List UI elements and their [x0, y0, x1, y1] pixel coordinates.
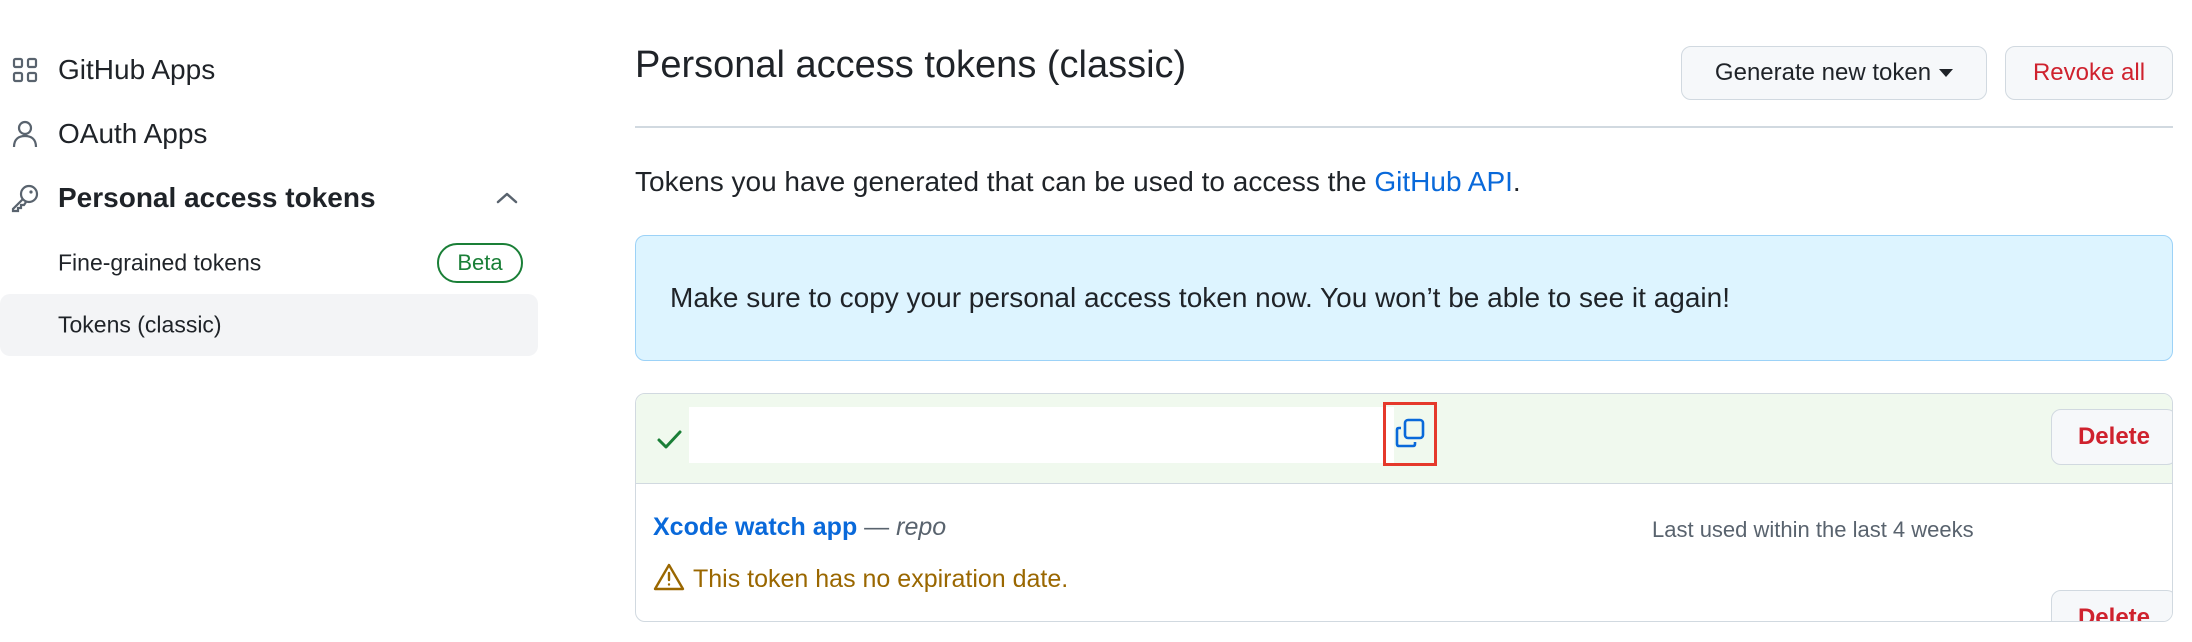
key-icon	[10, 183, 40, 213]
token-list: Delete Xcode watch app — repo Last used …	[635, 393, 2173, 622]
caret-down-icon	[1939, 69, 1954, 77]
new-token-value-field[interactable]	[689, 407, 1394, 463]
sidebar-item-oauth-apps[interactable]: OAuth Apps	[0, 116, 538, 152]
header-divider	[635, 126, 2173, 128]
revoke-all-button[interactable]: Revoke all	[2005, 46, 2173, 100]
token-expiration-warning: This token has no expiration date.	[653, 562, 1068, 597]
intro-text-after: .	[1512, 166, 1521, 197]
token-name-link[interactable]: Xcode watch app	[653, 513, 857, 541]
sidebar-item-label: OAuth Apps	[58, 118, 208, 149]
check-icon	[654, 424, 684, 454]
delete-new-token-button[interactable]: Delete	[2051, 409, 2172, 465]
sidebar-subitem-label: Fine-grained tokens	[58, 249, 262, 276]
person-icon	[10, 119, 40, 149]
generate-new-token-label: Generate new token	[1714, 59, 1932, 86]
sidebar-item-label: GitHub Apps	[58, 54, 216, 85]
settings-sidebar: GitHub Apps OAuth Apps Personal access t…	[0, 0, 540, 642]
beta-badge: Beta	[437, 243, 523, 283]
alert-triangle-icon	[653, 562, 685, 597]
flash-message: Make sure to copy your personal access t…	[670, 282, 1730, 313]
token-last-used: Last used within the last 4 weeks	[1652, 517, 1974, 542]
copy-icon	[1393, 416, 1427, 453]
flash-notice: Make sure to copy your personal access t…	[635, 235, 2173, 361]
intro-text-before: Tokens you have generated that can be us…	[635, 166, 1375, 197]
chevron-up-icon[interactable]	[493, 184, 521, 212]
page-title: Personal access tokens (classic)	[635, 44, 1187, 86]
sidebar-subitem-label: Tokens (classic)	[58, 311, 222, 338]
delete-token-button[interactable]: Delete	[2051, 590, 2172, 621]
sidebar-subitem-fine-grained-tokens[interactable]: Fine-grained tokens Beta	[0, 232, 538, 294]
intro-text: Tokens you have generated that can be us…	[635, 166, 1521, 198]
sidebar-subitem-tokens-classic[interactable]: Tokens (classic)	[0, 294, 538, 356]
token-title: Xcode watch app — repo	[653, 513, 946, 542]
sidebar-item-github-apps[interactable]: GitHub Apps	[0, 52, 538, 88]
token-separator: —	[857, 513, 897, 541]
generate-new-token-button[interactable]: Generate new token	[1681, 46, 1987, 100]
github-api-link[interactable]: GitHub API	[1374, 166, 1513, 197]
new-token-row: Delete	[636, 394, 2172, 484]
sidebar-item-personal-access-tokens[interactable]: Personal access tokens	[0, 180, 538, 216]
copy-token-button[interactable]	[1383, 402, 1437, 466]
token-row: Xcode watch app — repo Last used within …	[636, 484, 2172, 621]
apps-grid-icon	[10, 55, 40, 85]
warning-text: This token has no expiration date.	[693, 565, 1069, 593]
token-scope: repo	[896, 513, 947, 541]
sidebar-item-label: Personal access tokens	[58, 182, 376, 213]
